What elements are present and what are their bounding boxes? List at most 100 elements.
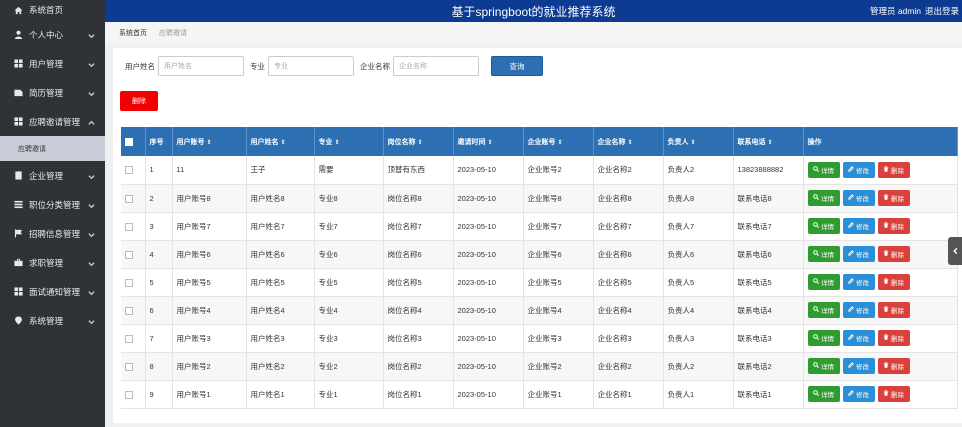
edit-button[interactable]: 修改 <box>842 386 875 402</box>
row-select-cell[interactable] <box>121 156 146 185</box>
cell-user-account: 用户账号7 <box>172 212 247 241</box>
edit-button[interactable]: 修改 <box>842 190 875 206</box>
sidebar-item-resume[interactable]: 简历管理 <box>0 78 105 107</box>
delete-button[interactable]: 删除 <box>877 330 910 346</box>
detail-button[interactable]: 详情 <box>807 330 840 346</box>
sort-icon[interactable]: ⇕ <box>207 140 212 146</box>
row-checkbox[interactable] <box>125 194 133 203</box>
detail-button[interactable]: 详情 <box>807 302 840 318</box>
major-input[interactable] <box>268 56 354 76</box>
sidebar-item-category[interactable]: 职位分类管理 <box>0 190 105 219</box>
sort-icon[interactable]: ⇕ <box>335 140 340 146</box>
cell-major: 专业4 <box>314 296 384 325</box>
cell-company-name: 企业名称6 <box>593 240 664 269</box>
sidebar-item-interview[interactable]: 面试通知管理 <box>0 277 105 306</box>
column-header-name[interactable]: 用户姓名 ⇕ <box>246 127 315 156</box>
detail-button[interactable]: 详情 <box>807 246 840 262</box>
sort-icon[interactable]: ⇕ <box>418 140 423 146</box>
edit-button[interactable]: 修改 <box>842 358 875 374</box>
row-checkbox[interactable] <box>125 334 133 343</box>
detail-button[interactable]: 详情 <box>807 358 840 374</box>
edit-button[interactable]: 修改 <box>842 161 875 178</box>
row-checkbox[interactable] <box>125 306 133 315</box>
company-name-input[interactable] <box>393 56 479 76</box>
column-header-post[interactable]: 岗位名称 ⇕ <box>383 127 454 156</box>
collapse-tab[interactable] <box>948 237 962 265</box>
chevron-down-icon <box>88 230 95 237</box>
row-select-cell[interactable] <box>121 296 146 325</box>
row-checkbox[interactable] <box>125 166 133 175</box>
delete-button[interactable]: 删除 <box>877 358 910 374</box>
edit-button[interactable]: 修改 <box>842 246 875 262</box>
top-header: 基于springboot的就业推荐系统 管理员 admin 退出登录 <box>105 0 962 22</box>
row-checkbox[interactable] <box>125 278 133 287</box>
select-all-checkbox[interactable] <box>125 137 133 146</box>
sidebar-item-label: 应聘邀请管理 <box>29 116 81 127</box>
edit-button[interactable]: 修改 <box>842 218 875 234</box>
row-select-cell[interactable] <box>121 240 146 269</box>
delete-button[interactable]: 删除 <box>877 161 910 178</box>
sort-icon[interactable]: ⇕ <box>628 140 633 146</box>
edit-button[interactable]: 修改 <box>842 302 875 318</box>
search-icon <box>813 165 819 174</box>
sort-icon[interactable]: ⇕ <box>488 140 493 146</box>
row-select-cell[interactable] <box>121 380 146 409</box>
sidebar-item-recruitment[interactable]: 招聘信息管理 <box>0 219 105 248</box>
row-select-cell[interactable] <box>121 184 146 213</box>
delete-button[interactable]: 删除 <box>877 274 910 290</box>
delete-button[interactable]: 删除 <box>877 302 910 318</box>
column-header-phone[interactable]: 联系电话 ⇕ <box>733 127 804 156</box>
sidebar-item-jobseek[interactable]: 求职管理 <box>0 248 105 277</box>
sidebar-item-users[interactable]: 用户管理 <box>0 49 105 78</box>
sort-icon[interactable]: ⇕ <box>768 140 773 146</box>
briefcase-icon <box>14 258 23 267</box>
table-row: 8 用户账号2 用户姓名2 专业2 岗位名称2 2023-05-10 企业账号2 企业名称2 负… <box>121 352 958 381</box>
column-header-manager[interactable]: 负责人 ⇕ <box>663 127 734 156</box>
row-select-cell[interactable] <box>121 212 146 241</box>
row-checkbox[interactable] <box>125 222 133 231</box>
column-header-time[interactable]: 邀请时间 ⇕ <box>453 127 524 156</box>
select-all-cell[interactable] <box>121 127 146 156</box>
table-row: 5 用户账号5 用户姓名5 专业5 岗位名称5 2023-05-10 企业账号5 企业名称5 负… <box>121 268 958 297</box>
delete-button[interactable]: 删除 <box>877 386 910 402</box>
sidebar-item-home[interactable]: 系统首页 <box>0 0 105 20</box>
sort-icon[interactable]: ⇕ <box>281 140 286 146</box>
delete-button[interactable]: 删除 <box>877 246 910 262</box>
sidebar-item-company[interactable]: 企业管理 <box>0 161 105 190</box>
row-checkbox[interactable] <box>125 362 133 371</box>
user-name-input[interactable] <box>158 56 244 76</box>
edit-button[interactable]: 修改 <box>842 330 875 346</box>
sidebar-item-label: 职位分类管理 <box>29 199 81 210</box>
row-checkbox[interactable] <box>125 390 133 399</box>
column-header-company-account[interactable]: 企业账号 ⇕ <box>523 127 594 156</box>
detail-button[interactable]: 详情 <box>807 218 840 234</box>
delete-button[interactable]: 删除 <box>877 218 910 234</box>
bulk-delete-button[interactable]: 删除 <box>120 91 158 111</box>
cell-row-number: 6 <box>145 296 173 325</box>
sidebar-item-invitation[interactable]: 应聘邀请管理 <box>0 107 105 136</box>
sidebar-item-profile[interactable]: 个人中心 <box>0 20 105 49</box>
row-select-cell[interactable] <box>121 268 146 297</box>
grid-icon <box>14 287 23 296</box>
column-header-major[interactable]: 专业 ⇕ <box>314 127 384 156</box>
row-select-cell[interactable] <box>121 324 146 353</box>
delete-button[interactable]: 删除 <box>877 190 910 206</box>
pencil-icon <box>848 390 854 398</box>
column-header-account[interactable]: 用户账号 ⇕ <box>172 127 247 156</box>
cell-invite-time: 2023-05-10 <box>453 380 524 409</box>
search-button[interactable]: 查询 <box>491 56 543 76</box>
detail-button[interactable]: 详情 <box>807 190 840 206</box>
edit-button[interactable]: 修改 <box>842 274 875 290</box>
column-header-company-name[interactable]: 企业名称 ⇕ <box>593 127 664 156</box>
row-select-cell[interactable] <box>121 352 146 381</box>
sidebar-subitem-invitation[interactable]: 应聘邀请 <box>0 136 105 161</box>
detail-button[interactable]: 详情 <box>807 161 840 178</box>
breadcrumb-home[interactable]: 系统首页 <box>119 28 147 38</box>
sort-icon[interactable]: ⇕ <box>558 140 563 146</box>
sort-icon[interactable]: ⇕ <box>691 140 696 146</box>
row-checkbox[interactable] <box>125 250 133 259</box>
logout-link[interactable]: 退出登录 <box>925 5 959 17</box>
detail-button[interactable]: 详情 <box>807 274 840 290</box>
detail-button[interactable]: 详情 <box>807 386 840 402</box>
sidebar-item-system[interactable]: 系统管理 <box>0 306 105 335</box>
